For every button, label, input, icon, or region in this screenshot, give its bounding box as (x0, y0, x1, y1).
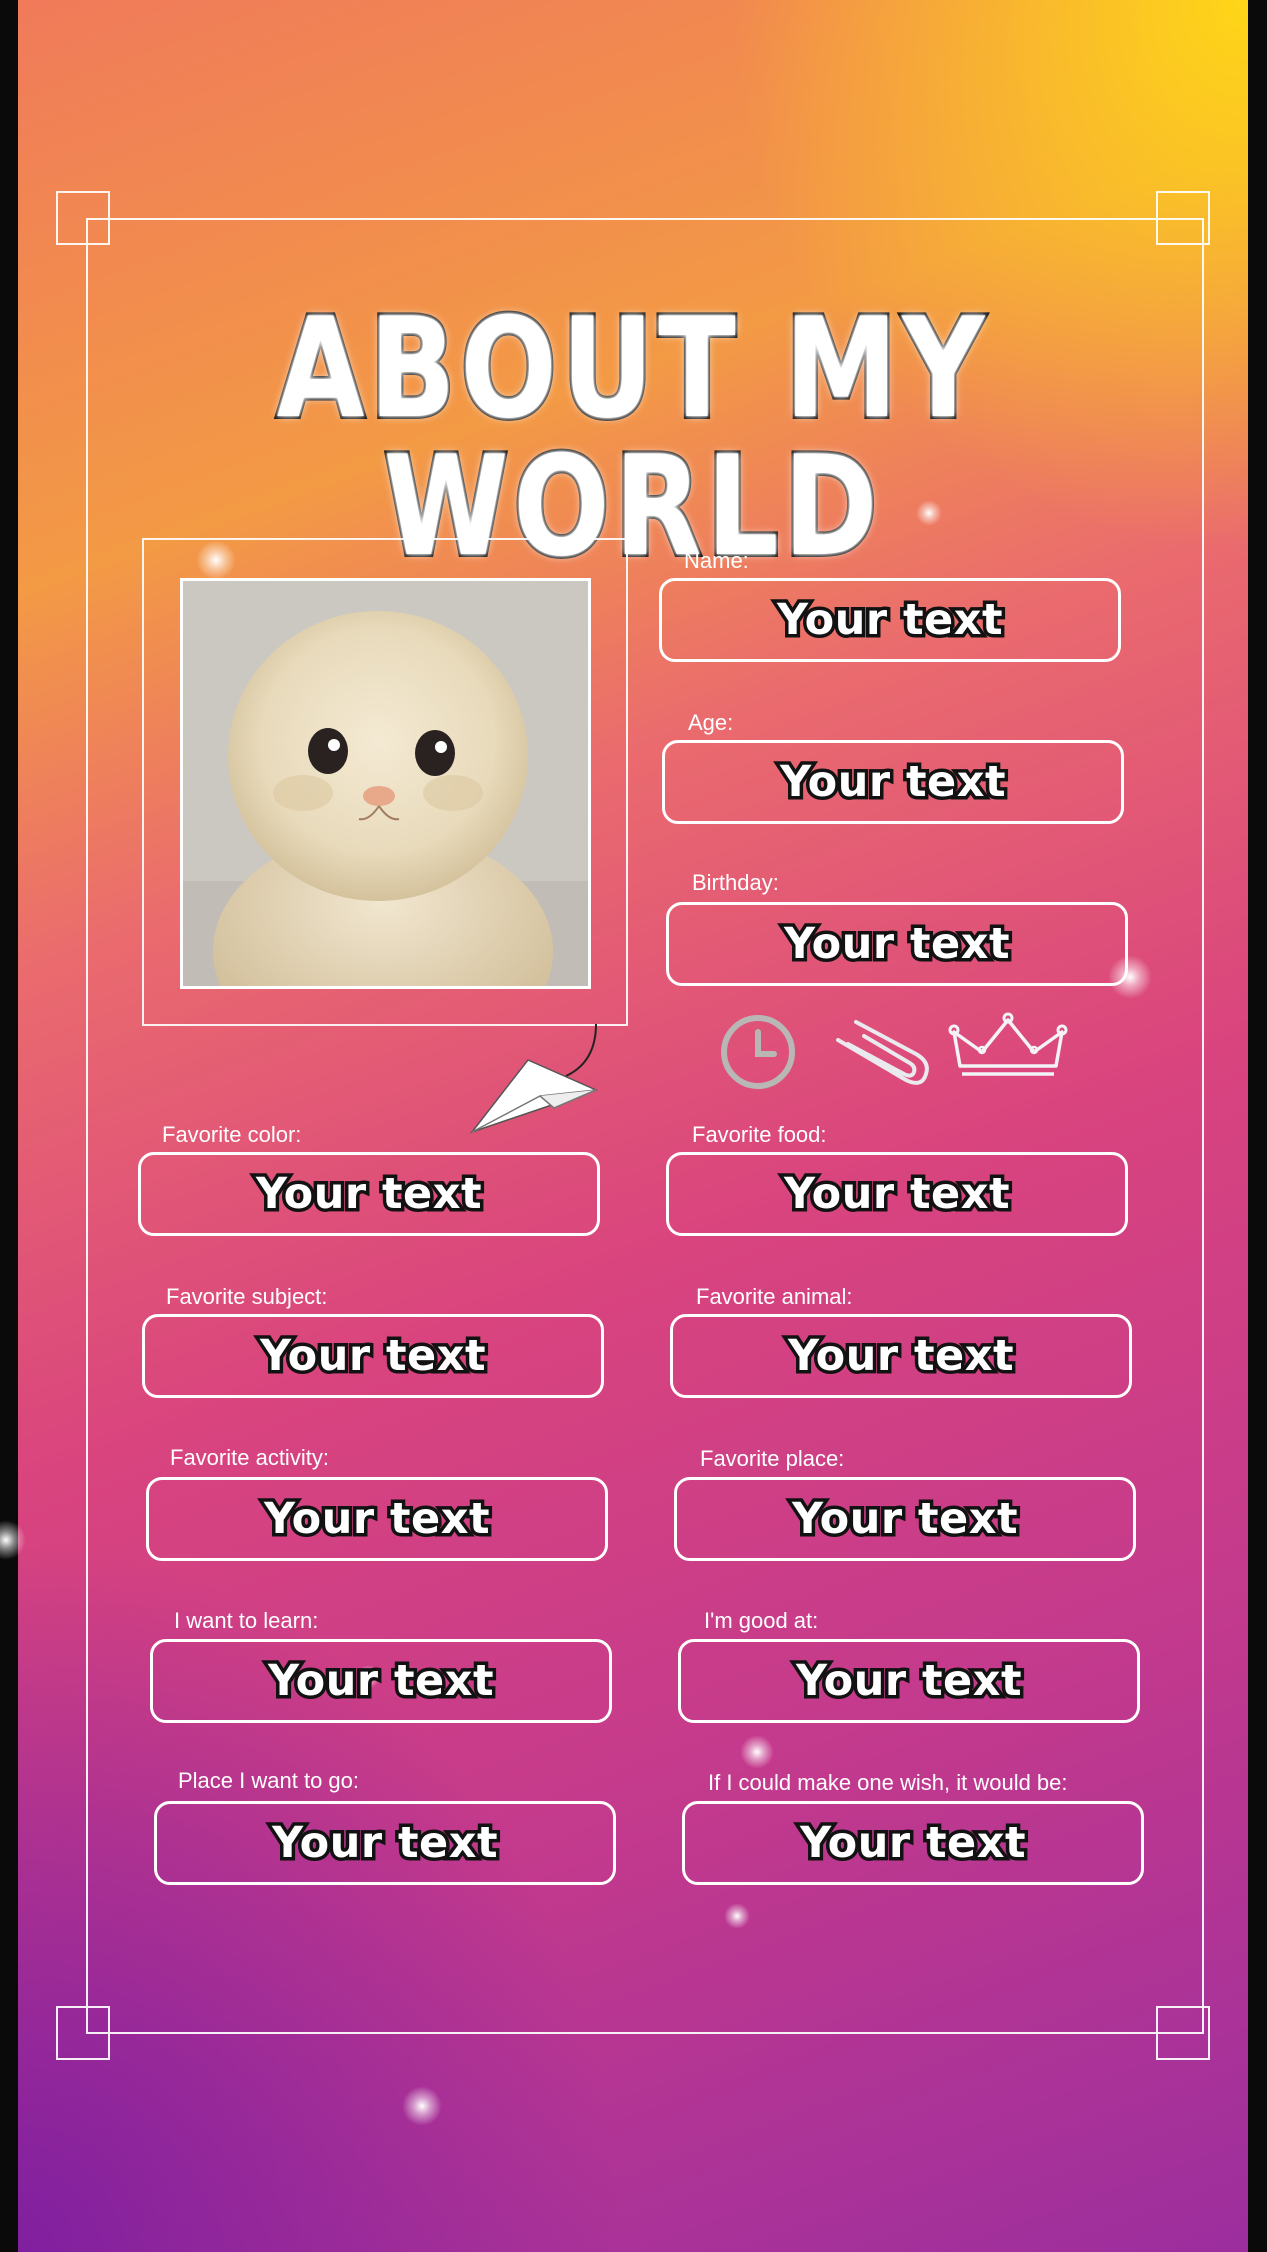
want-to-learn-field[interactable]: Your text (150, 1639, 612, 1723)
photo-frame (142, 538, 628, 1026)
favorite-activity-field[interactable]: Your text (146, 1477, 608, 1561)
favorite-activity-value: Your text (260, 1491, 493, 1548)
corner-top-right (1156, 191, 1210, 245)
favorite-activity-label: Favorite activity: (170, 1445, 329, 1470)
good-at-field[interactable]: Your text (678, 1639, 1140, 1723)
favorite-place-value: Your text (788, 1491, 1021, 1548)
favorite-color-field[interactable]: Your text (138, 1152, 600, 1236)
poster-canvas: ABOUT MY WORLD Name: Your text Age: Your… (18, 0, 1248, 2252)
pet-photo[interactable] (180, 578, 591, 989)
paper-plane-icon (469, 1023, 599, 1134)
sparkle (740, 1735, 774, 1769)
paperclip-icon (836, 1020, 929, 1085)
birthday-field[interactable]: Your text (666, 902, 1128, 986)
page-title: ABOUT MY WORLD (274, 288, 990, 587)
age-field[interactable]: Your text (662, 740, 1124, 824)
name-label: Name: (684, 548, 749, 573)
good-at-label: I'm good at: (704, 1608, 819, 1633)
want-to-learn-label: I want to learn: (174, 1608, 319, 1633)
favorite-food-value: Your text (780, 1166, 1013, 1223)
crown-icon (948, 1012, 1068, 1076)
favorite-food-field[interactable]: Your text (666, 1152, 1128, 1236)
favorite-color-value: Your text (252, 1166, 485, 1223)
sparkle (402, 2086, 442, 2126)
place-to-go-value: Your text (268, 1815, 501, 1872)
corner-bottom-right (1156, 2006, 1210, 2060)
want-to-learn-value: Your text (264, 1653, 497, 1710)
name-value: Your text (773, 592, 1006, 649)
favorite-subject-label: Favorite subject: (166, 1284, 328, 1309)
age-label: Age: (688, 710, 734, 735)
place-to-go-label: Place I want to go: (178, 1768, 359, 1793)
favorite-color-label: Favorite color: (162, 1122, 302, 1147)
favorite-subject-value: Your text (256, 1328, 489, 1385)
kitten-image (183, 581, 588, 986)
corner-bottom-left (56, 2006, 110, 2060)
one-wish-field[interactable]: Your text (682, 1801, 1144, 1885)
favorite-food-label: Favorite food: (692, 1122, 827, 1147)
corner-top-left (56, 191, 110, 245)
one-wish-label: If I could make one wish, it would be: (708, 1770, 1068, 1795)
age-value: Your text (776, 754, 1009, 811)
place-to-go-field[interactable]: Your text (154, 1801, 616, 1885)
name-field[interactable]: Your text (659, 578, 1121, 662)
clock-icon (721, 1015, 795, 1089)
good-at-value: Your text (792, 1653, 1025, 1710)
favorite-animal-label: Favorite animal: (696, 1284, 853, 1309)
sparkle (724, 1903, 750, 1929)
birthday-label: Birthday: (692, 870, 779, 895)
favorite-place-label: Favorite place: (700, 1446, 845, 1471)
one-wish-value: Your text (796, 1815, 1029, 1872)
favorite-animal-value: Your text (784, 1328, 1017, 1385)
favorite-place-field[interactable]: Your text (674, 1477, 1136, 1561)
favorite-animal-field[interactable]: Your text (670, 1314, 1132, 1398)
favorite-subject-field[interactable]: Your text (142, 1314, 604, 1398)
birthday-value: Your text (780, 916, 1013, 973)
